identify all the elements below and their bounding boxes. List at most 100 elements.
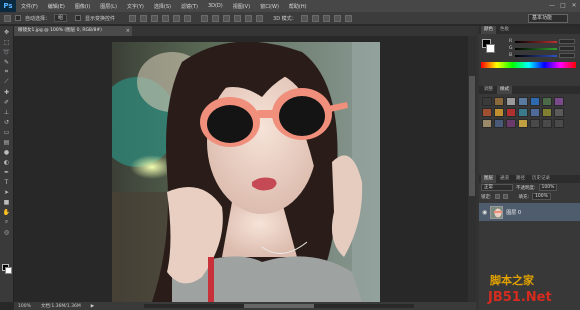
- lock-pixels-icon[interactable]: [494, 194, 500, 199]
- style-swatch[interactable]: [506, 119, 516, 128]
- menu-window[interactable]: 窗口(W): [255, 3, 284, 10]
- hand-tool-icon[interactable]: ✋: [2, 208, 12, 216]
- roll-3d-icon[interactable]: [311, 14, 319, 22]
- style-swatch[interactable]: [482, 108, 492, 117]
- distribute-center-icon[interactable]: [245, 14, 253, 22]
- document-tab[interactable]: 眼镜女1.jpg @ 100% (图层 0, RGB/8#) ×: [14, 26, 132, 36]
- style-swatch[interactable]: [494, 119, 504, 128]
- style-swatch[interactable]: [494, 97, 504, 106]
- horizontal-scroll-thumb[interactable]: [244, 304, 314, 308]
- fill-input[interactable]: 100%: [532, 193, 551, 200]
- style-swatch[interactable]: [518, 119, 528, 128]
- brush-tool-icon[interactable]: ✐: [2, 98, 12, 106]
- horizontal-scrollbar[interactable]: [144, 304, 414, 308]
- style-swatch[interactable]: [518, 108, 528, 117]
- vertical-scrollbar[interactable]: [468, 36, 476, 302]
- tab-color[interactable]: 颜色: [481, 26, 496, 34]
- workspace-dropdown[interactable]: 基本功能: [528, 14, 568, 23]
- menu-select[interactable]: 选择(S): [149, 3, 176, 10]
- distribute-top-icon[interactable]: [201, 14, 209, 22]
- align-middle-icon[interactable]: [140, 14, 148, 22]
- distribute-bottom-icon[interactable]: [223, 14, 231, 22]
- crop-tool-icon[interactable]: ⌗: [2, 68, 12, 76]
- healing-brush-icon[interactable]: ✚: [2, 88, 12, 96]
- background-color-swatch[interactable]: [5, 267, 12, 274]
- layer-name[interactable]: 图层 0: [506, 209, 521, 216]
- style-swatch[interactable]: [530, 97, 540, 106]
- slider-b-value[interactable]: [559, 53, 575, 58]
- quick-select-icon[interactable]: ✎: [2, 58, 12, 66]
- history-brush-icon[interactable]: ↺: [2, 118, 12, 126]
- marquee-tool-icon[interactable]: ⬚: [2, 38, 12, 46]
- slider-g-track[interactable]: [515, 47, 557, 50]
- tab-swatches[interactable]: 色板: [497, 26, 512, 34]
- menu-layer[interactable]: 图层(L): [95, 3, 122, 10]
- distribute-left-icon[interactable]: [234, 14, 242, 22]
- close-window-button[interactable]: ✕: [570, 2, 578, 9]
- style-swatch[interactable]: [542, 108, 552, 117]
- lasso-tool-icon[interactable]: ➰: [2, 48, 12, 56]
- menu-3d[interactable]: 3D(D): [203, 3, 228, 9]
- slider-r-track[interactable]: [515, 40, 557, 43]
- align-bottom-icon[interactable]: [151, 14, 159, 22]
- style-swatch[interactable]: [494, 108, 504, 117]
- eyedropper-icon[interactable]: ⟋: [2, 78, 12, 86]
- style-swatch[interactable]: [542, 97, 552, 106]
- menu-help[interactable]: 帮助(H): [284, 3, 312, 10]
- style-swatch[interactable]: [482, 119, 492, 128]
- tab-adjustments[interactable]: 调整: [481, 86, 496, 94]
- slider-r-value[interactable]: [559, 39, 575, 44]
- style-swatch[interactable]: [554, 119, 564, 128]
- type-tool-icon[interactable]: T: [2, 178, 12, 186]
- tab-styles[interactable]: 样式: [497, 86, 512, 94]
- align-center-icon[interactable]: [173, 14, 181, 22]
- menu-file[interactable]: 文件(F): [16, 3, 43, 10]
- style-swatch[interactable]: [482, 97, 492, 106]
- document-image[interactable]: [112, 42, 380, 302]
- color-spectrum[interactable]: [481, 62, 576, 68]
- style-swatch[interactable]: [554, 108, 564, 117]
- distribute-right-icon[interactable]: [256, 14, 264, 22]
- scale-3d-icon[interactable]: [344, 14, 352, 22]
- menu-image[interactable]: 图像(I): [70, 3, 95, 10]
- distribute-middle-icon[interactable]: [212, 14, 220, 22]
- style-swatch[interactable]: [542, 119, 552, 128]
- show-transform-checkbox[interactable]: [75, 15, 82, 21]
- clone-stamp-icon[interactable]: ⊥: [2, 108, 12, 116]
- zoom-tool-icon[interactable]: ⌕: [2, 218, 12, 226]
- visibility-eye-icon[interactable]: ◉: [482, 209, 487, 216]
- dodge-icon[interactable]: ◐: [2, 158, 12, 166]
- gradient-icon[interactable]: ▤: [2, 138, 12, 146]
- style-swatch[interactable]: [518, 97, 528, 106]
- maximize-button[interactable]: □: [559, 2, 567, 9]
- drag-3d-icon[interactable]: [322, 14, 330, 22]
- tab-history[interactable]: 历史记录: [529, 175, 553, 183]
- tab-layers[interactable]: 图层: [481, 175, 496, 183]
- eraser-icon[interactable]: ▭: [2, 128, 12, 136]
- auto-select-checkbox[interactable]: [15, 15, 21, 21]
- style-swatch[interactable]: [506, 108, 516, 117]
- slide-3d-icon[interactable]: [333, 14, 341, 22]
- align-top-icon[interactable]: [129, 14, 137, 22]
- style-swatch[interactable]: [530, 119, 540, 128]
- style-swatch[interactable]: [554, 97, 564, 106]
- vertical-scroll-thumb[interactable]: [469, 76, 475, 196]
- tab-channels[interactable]: 通道: [497, 175, 512, 183]
- layer-row[interactable]: ◉ 图层 0: [479, 203, 580, 221]
- align-right-icon[interactable]: [184, 14, 192, 22]
- align-left-icon[interactable]: [162, 14, 170, 22]
- menu-view[interactable]: 视图(V): [228, 3, 255, 10]
- blur-icon[interactable]: ●: [2, 148, 12, 156]
- move-tool-preset-icon[interactable]: [4, 14, 11, 22]
- close-tab-icon[interactable]: ×: [126, 26, 130, 36]
- path-select-icon[interactable]: ➤: [2, 188, 12, 196]
- move-tool-icon[interactable]: ✥: [2, 28, 12, 36]
- slider-b[interactable]: B: [479, 52, 580, 59]
- auto-select-dropdown[interactable]: 组: [54, 14, 68, 22]
- menu-type[interactable]: 文字(Y): [122, 3, 149, 10]
- blend-mode-dropdown[interactable]: 正常: [481, 184, 513, 191]
- slider-b-track[interactable]: [515, 54, 557, 57]
- style-swatch[interactable]: [530, 108, 540, 117]
- lock-position-icon[interactable]: [502, 194, 508, 199]
- menu-filter[interactable]: 滤镜(T): [176, 3, 203, 10]
